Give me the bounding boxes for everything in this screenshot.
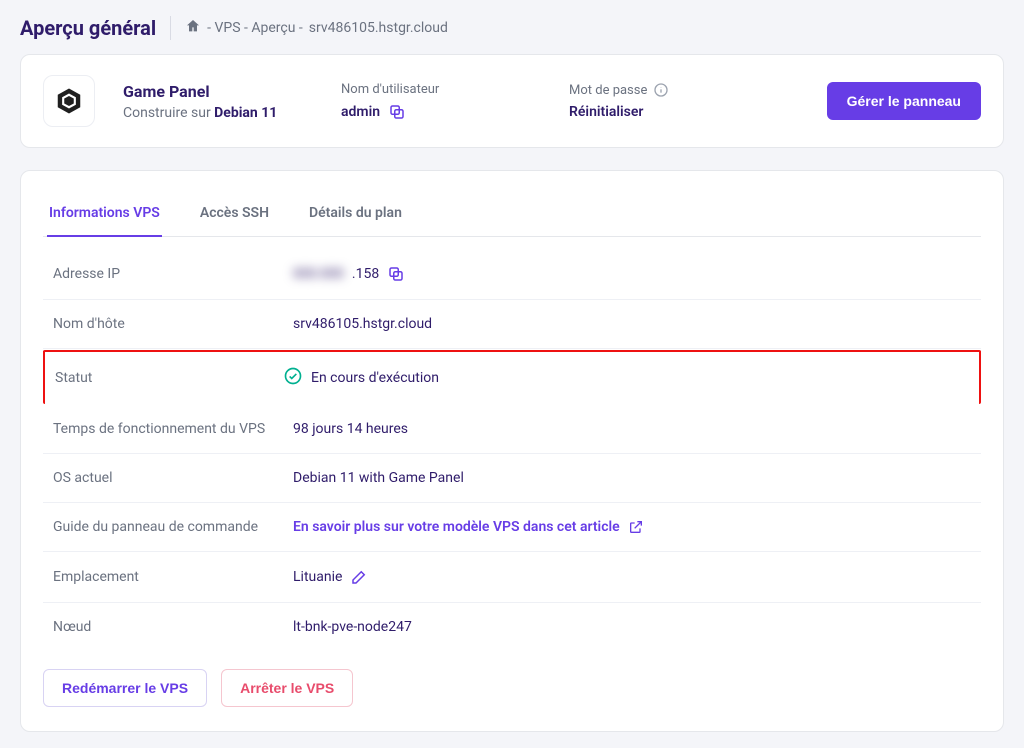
row-node: Nœud lt-bnk-pve-node247 xyxy=(43,603,981,651)
password-col: Mot de passe Réinitialiser xyxy=(569,82,799,120)
row-guide: Guide du panneau de commande En savoir p… xyxy=(43,503,981,552)
edit-location-icon[interactable] xyxy=(350,568,368,586)
username-label: Nom d'utilisateur xyxy=(341,82,541,97)
vps-details-card: Informations VPS Accès SSH Détails du pl… xyxy=(20,170,1004,732)
tab-info[interactable]: Informations VPS xyxy=(47,191,162,237)
panel-summary-card: Game Panel Construire sur Debian 11 Nom … xyxy=(20,54,1004,148)
status-label: Statut xyxy=(55,370,283,386)
manage-panel-button[interactable]: Gérer le panneau xyxy=(827,82,981,120)
page-title: Aperçu général xyxy=(20,16,156,40)
tabs: Informations VPS Accès SSH Détails du pl… xyxy=(43,191,981,237)
username-col: Nom d'utilisateur admin xyxy=(341,82,541,121)
panel-logo xyxy=(43,75,95,127)
hostname-value: srv486105.hstgr.cloud xyxy=(293,316,432,332)
breadcrumb-text: - VPS - Aperçu - xyxy=(207,20,303,36)
ip-label: Adresse IP xyxy=(53,266,293,282)
info-list: Adresse IP 000.000.158 Nom d'hôte srv486… xyxy=(43,249,981,651)
password-label: Mot de passe xyxy=(569,82,799,98)
panel-subtitle: Construire sur Debian 11 xyxy=(123,105,313,121)
os-value: Debian 11 with Game Panel xyxy=(293,470,464,486)
location-value: Lituanie xyxy=(293,568,368,586)
password-reset-link[interactable]: Réinitialiser xyxy=(569,104,799,120)
row-ip: Adresse IP 000.000.158 xyxy=(43,249,981,300)
actions-row: Redémarrer le VPS Arrêter le VPS xyxy=(43,669,981,707)
copy-ip-icon[interactable] xyxy=(387,265,405,283)
copy-username-icon[interactable] xyxy=(388,103,406,121)
guide-label: Guide du panneau de commande xyxy=(53,519,293,535)
node-value: lt-bnk-pve-node247 xyxy=(293,619,412,635)
check-circle-icon xyxy=(283,366,303,390)
row-hostname: Nom d'hôte srv486105.hstgr.cloud xyxy=(43,300,981,349)
hexagon-icon xyxy=(54,86,84,116)
row-location: Emplacement Lituanie xyxy=(43,552,981,603)
guide-link[interactable]: En savoir plus sur votre modèle VPS dans… xyxy=(293,519,644,535)
guide-value: En savoir plus sur votre modèle VPS dans… xyxy=(293,519,644,535)
uptime-label: Temps de fonctionnement du VPS xyxy=(53,421,293,437)
username-value: admin xyxy=(341,103,541,121)
tab-ssh[interactable]: Accès SSH xyxy=(198,191,271,237)
breadcrumb-host: srv486105.hstgr.cloud xyxy=(309,20,448,36)
stop-button[interactable]: Arrêter le VPS xyxy=(221,669,353,707)
info-icon[interactable] xyxy=(653,82,669,98)
manage-col: Gérer le panneau xyxy=(827,82,981,120)
restart-button[interactable]: Redémarrer le VPS xyxy=(43,669,207,707)
status-value: En cours d'exécution xyxy=(283,366,439,390)
row-status: Statut En cours d'exécution xyxy=(43,350,981,404)
divider xyxy=(170,16,171,40)
tab-plan[interactable]: Détails du plan xyxy=(307,191,404,237)
page-header: Aperçu général - VPS - Aperçu - srv48610… xyxy=(20,16,1004,40)
uptime-value: 98 jours 14 heures xyxy=(293,421,408,437)
breadcrumb[interactable]: - VPS - Aperçu - srv486105.hstgr.cloud xyxy=(185,18,448,38)
os-label: OS actuel xyxy=(53,470,293,486)
hostname-label: Nom d'hôte xyxy=(53,316,293,332)
panel-title: Game Panel xyxy=(123,82,313,101)
row-os: OS actuel Debian 11 with Game Panel xyxy=(43,454,981,503)
ip-value: 000.000.158 xyxy=(293,265,405,283)
panel-info-col: Game Panel Construire sur Debian 11 xyxy=(123,82,313,121)
location-label: Emplacement xyxy=(53,569,293,585)
home-icon[interactable] xyxy=(185,18,201,38)
node-label: Nœud xyxy=(53,619,293,635)
row-uptime: Temps de fonctionnement du VPS 98 jours … xyxy=(43,405,981,454)
external-link-icon xyxy=(628,519,644,535)
